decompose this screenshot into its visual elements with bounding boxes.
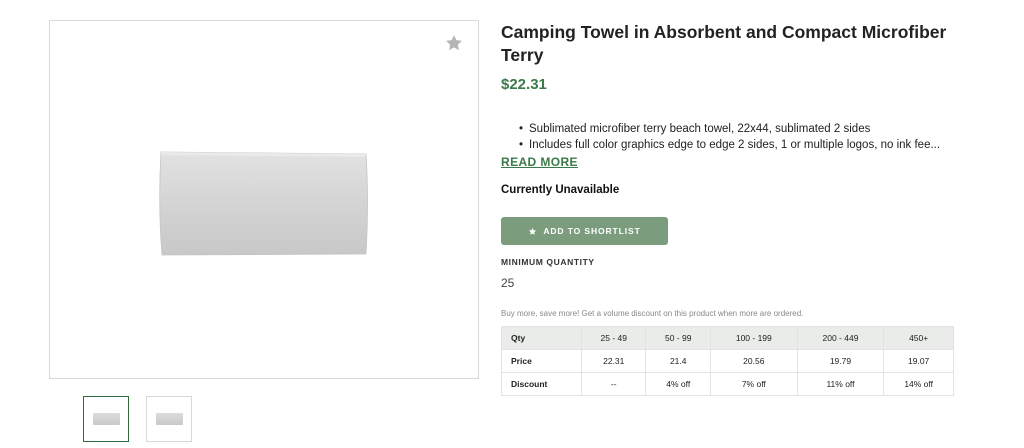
add-to-shortlist-button[interactable]: ADD TO SHORTLIST xyxy=(501,217,668,245)
table-cell: Discount xyxy=(501,372,582,396)
shortlist-button-label: ADD TO SHORTLIST xyxy=(543,226,641,236)
table-cell: Price xyxy=(501,349,582,373)
table-header-cell: 450+ xyxy=(883,326,954,350)
product-main-image xyxy=(49,20,479,379)
volume-discount-note: Buy more, save more! Get a volume discou… xyxy=(501,309,804,318)
table-cell: 21.4 xyxy=(645,349,711,373)
minimum-quantity-value: 25 xyxy=(501,276,515,290)
table-cell: 19.07 xyxy=(883,349,954,373)
table-row: Price 22.31 21.4 20.56 19.79 19.07 xyxy=(501,349,954,373)
towel-image xyxy=(159,151,368,256)
availability-status: Currently Unavailable xyxy=(501,184,620,196)
table-header-cell: 200 - 449 xyxy=(796,326,885,350)
thumbnail-towel-image xyxy=(92,413,120,425)
star-icon xyxy=(529,227,537,235)
favorite-star-icon[interactable] xyxy=(444,33,464,53)
table-cell: 20.56 xyxy=(709,349,798,373)
table-cell: -- xyxy=(580,372,647,396)
table-header-cell: 25 - 49 xyxy=(580,326,647,350)
table-header-cell: 100 - 199 xyxy=(709,326,798,350)
feature-item: Sublimated microfiber terry beach towel,… xyxy=(519,121,959,137)
table-header-row: Qty 25 - 49 50 - 99 100 - 199 200 - 449 … xyxy=(501,326,954,350)
volume-pricing-table: Qty 25 - 49 50 - 99 100 - 199 200 - 449 … xyxy=(501,326,954,396)
table-cell: 14% off xyxy=(883,372,954,396)
feature-item: Includes full color graphics edge to edg… xyxy=(519,137,959,153)
table-cell: 22.31 xyxy=(580,349,647,373)
table-cell: 7% off xyxy=(709,372,798,396)
read-more-link[interactable]: READ MORE xyxy=(501,155,578,169)
table-cell: 4% off xyxy=(645,372,711,396)
table-header-cell: Qty xyxy=(501,326,582,350)
minimum-quantity-label: MINIMUM QUANTITY xyxy=(501,257,595,267)
thumbnail-towel-image xyxy=(155,413,183,425)
table-header-cell: 50 - 99 xyxy=(645,326,711,350)
table-cell: 11% off xyxy=(796,372,885,396)
thumbnail-1[interactable] xyxy=(83,396,129,442)
table-cell: 19.79 xyxy=(796,349,885,373)
feature-list: Sublimated microfiber terry beach towel,… xyxy=(519,121,959,153)
product-title: Camping Towel in Absorbent and Compact M… xyxy=(501,22,947,65)
product-price: $22.31 xyxy=(501,76,547,93)
thumbnail-2[interactable] xyxy=(146,396,192,442)
table-row: Discount -- 4% off 7% off 11% off 14% of… xyxy=(501,372,954,396)
